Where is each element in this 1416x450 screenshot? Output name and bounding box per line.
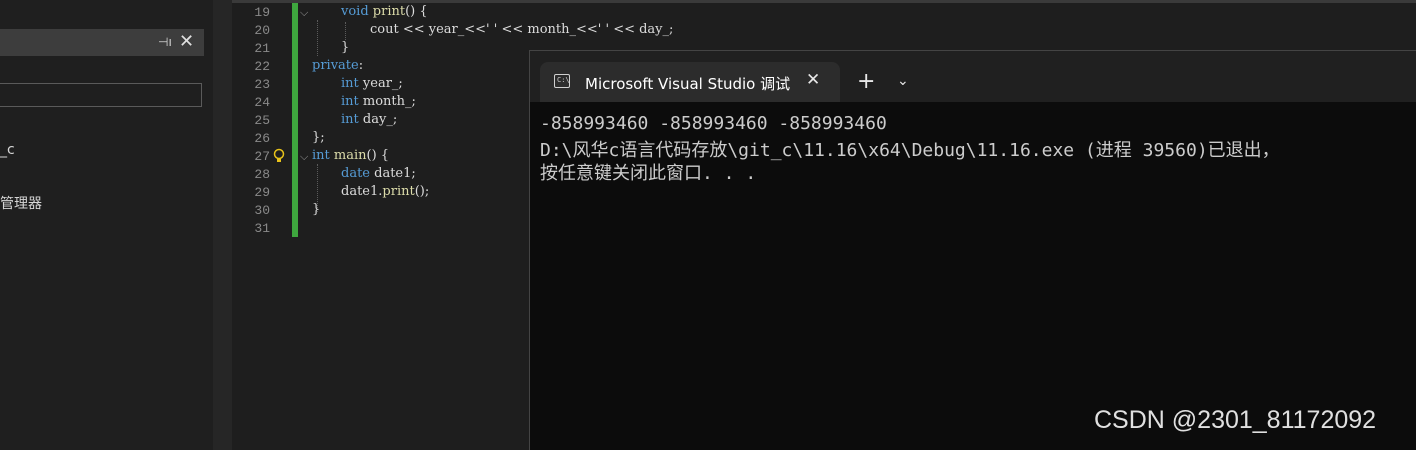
terminal-output-line: -858993460 -858993460 -858993460	[540, 113, 887, 134]
tree-item-project[interactable]: _c	[0, 142, 15, 158]
terminal-tab[interactable]: C:\ Microsoft Visual Studio 调试控制台 ✕	[540, 62, 840, 102]
code-line-29: date1.print();	[341, 184, 430, 199]
cmd-icon: C:\	[554, 74, 570, 88]
new-tab-button[interactable]: +	[857, 69, 875, 94]
code-line-28: date date1;	[341, 166, 416, 181]
line-number: 21	[254, 41, 270, 56]
fold-chevron-icon[interactable]: ⌵	[300, 6, 308, 20]
panel-header: ⊣ı ✕	[0, 29, 204, 56]
close-icon[interactable]: ✕	[806, 70, 820, 90]
line-number: 26	[254, 131, 270, 146]
tab-title: Microsoft Visual Studio 调试控制台	[585, 75, 790, 93]
line-number: 19	[254, 5, 270, 20]
debug-console-window[interactable]: C:\ Microsoft Visual Studio 调试控制台 ✕ + ⌄ …	[529, 50, 1416, 450]
line-number: 24	[254, 95, 270, 110]
line-number: 25	[254, 113, 270, 128]
code-line-22: private:	[312, 58, 364, 73]
pin-icon[interactable]: ⊣ı	[158, 35, 172, 49]
code-line-25: int day_;	[341, 112, 398, 127]
indent-guide	[345, 22, 346, 40]
panel-splitter[interactable]	[213, 0, 232, 450]
code-line-24: int month_;	[341, 94, 416, 109]
line-number: 31	[254, 221, 270, 236]
code-line-20: cout << year_<<' ' << month_<<' ' << day…	[370, 22, 674, 37]
indent-guide	[317, 20, 318, 56]
terminal-tab-bar: C:\ Microsoft Visual Studio 调试控制台 ✕ + ⌄	[530, 51, 1416, 102]
line-number: 28	[254, 167, 270, 182]
change-tracking-bar	[292, 3, 298, 237]
line-number: 22	[254, 59, 270, 74]
editor-top-border	[232, 0, 1416, 3]
line-number: 20	[254, 23, 270, 38]
line-number: 29	[254, 185, 270, 200]
code-line-30: }	[312, 202, 321, 217]
watermark-text: CSDN @2301_81172092	[1094, 406, 1377, 434]
chevron-down-icon[interactable]: ⌄	[897, 73, 909, 89]
code-line-21: }	[341, 40, 350, 55]
fold-chevron-icon[interactable]: ⌵	[300, 150, 308, 164]
code-line-23: int year_;	[341, 76, 403, 91]
lightbulb-icon[interactable]	[272, 148, 286, 164]
search-input[interactable]	[0, 83, 202, 107]
line-number: 23	[254, 77, 270, 92]
tree-item-manager[interactable]: 管理器	[0, 193, 42, 213]
line-number: 27	[254, 149, 270, 164]
line-number: 30	[254, 203, 270, 218]
code-line-27: int main() {	[312, 148, 390, 163]
close-icon[interactable]: ✕	[179, 31, 194, 52]
solution-explorer-panel: ⊣ı ✕ _c 管理器	[0, 0, 213, 450]
code-line-26: };	[312, 130, 325, 145]
terminal-output-line: 按任意键关闭此窗口. . .	[540, 163, 757, 184]
code-line-19: void print() {	[341, 4, 428, 19]
